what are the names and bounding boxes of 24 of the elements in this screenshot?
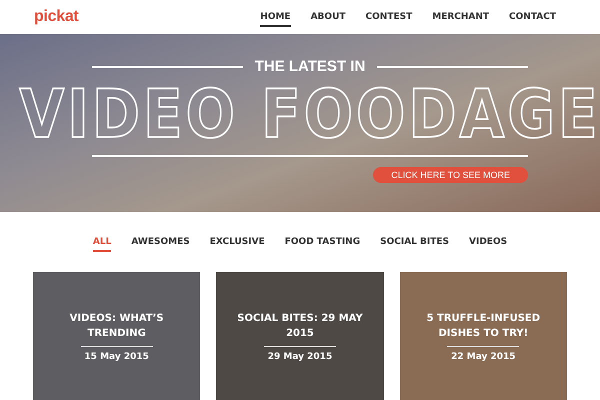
post-date: 29 May 2015: [268, 352, 332, 362]
post-title: SOCIAL BITES: 29 MAY 2015: [236, 312, 364, 340]
nav-link[interactable]: ABOUT: [310, 8, 346, 26]
filter-tab[interactable]: SOCIAL BITES: [380, 237, 450, 252]
post-card[interactable]: SOCIAL BITES: 29 MAY 2015 29 May 2015: [216, 272, 384, 400]
post-date: 22 May 2015: [451, 352, 516, 362]
brand-logo[interactable]: pickat: [34, 8, 78, 26]
hero-title: VIDEO FOODAGE: [19, 80, 600, 148]
filter-tab[interactable]: EXCLUSIVE: [210, 237, 265, 252]
nav-link[interactable]: CONTEST: [366, 8, 412, 26]
post-title: VIDEOS: WHAT’S TRENDING: [68, 312, 165, 340]
filter-tab[interactable]: VIDEOS: [469, 237, 508, 252]
filter-tab[interactable]: ALL: [92, 237, 112, 252]
filter-tab[interactable]: FOOD TASTING: [284, 237, 360, 252]
post-title: 5 TRUFFLE-INFUSED DISHES TO TRY!: [426, 312, 542, 340]
post-card[interactable]: VIDEOS: WHAT’S TRENDING 15 May 2015: [33, 272, 200, 400]
post-card[interactable]: 5 TRUFFLE-INFUSED DISHES TO TRY! 22 May 2015: [400, 272, 567, 400]
see-more-button[interactable]: CLICK HERE TO SEE MORE: [373, 167, 528, 183]
nav-link[interactable]: CONTACT: [509, 8, 556, 26]
post-date: 15 May 2015: [84, 352, 149, 362]
nav-link[interactable]: MERCHANT: [432, 8, 490, 26]
nav-link[interactable]: HOME: [260, 8, 291, 26]
filter-tab[interactable]: AWESOMES: [131, 237, 190, 252]
hero-kicker: THE LATEST IN: [254, 58, 366, 75]
